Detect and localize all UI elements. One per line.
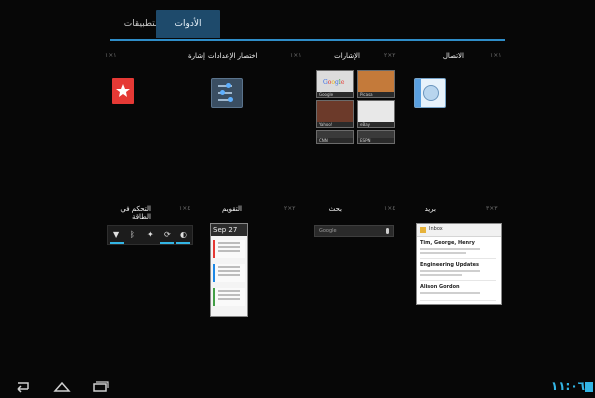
bookmark-thumbnail: Yahoo! [316, 100, 354, 128]
recent-apps-icon[interactable] [90, 378, 110, 392]
widget-picker-screen: التطبيقات الأدوات إشارة ١×١ اختصار الإعد… [0, 0, 595, 398]
bookmark-thumbnail: CNN [316, 130, 354, 144]
widget-search[interactable]: بحث ٤×١ Google [312, 205, 412, 345]
search-preview: Google [314, 225, 394, 237]
battery-icon [585, 382, 593, 392]
bookmark-thumbnail: Google Google [316, 70, 354, 98]
gps-icon: ✦ [147, 230, 154, 239]
widget-calendar[interactable]: التقويم ٢×٢ Sep 27 [208, 205, 308, 345]
widget-dims: ٣×٣ [486, 205, 498, 212]
widget-title: الاتصال [442, 52, 464, 60]
sync-icon: ⟳ [164, 230, 171, 239]
bookmark-thumbnail: Picasa [357, 70, 395, 98]
status-time: ١١:٠٦ [550, 379, 585, 393]
search-hint: Google [319, 228, 337, 234]
widget-title: اختصار الإعدادات [208, 52, 258, 60]
wifi-icon: ▼ [113, 230, 120, 239]
brightness-icon: ◐ [180, 230, 187, 239]
widget-dims: ١×١ [105, 52, 117, 59]
back-icon[interactable] [12, 378, 32, 393]
mail-item: Alison Gordon [420, 284, 496, 301]
widget-dims: ٤×١ [179, 205, 191, 212]
tab-bar: التطبيقات الأدوات [110, 10, 505, 41]
tab-widgets[interactable]: الأدوات [156, 10, 220, 38]
bookmark-icon [112, 78, 134, 104]
mail-header: Inbox [429, 226, 443, 232]
widget-title: التقويم [222, 205, 242, 213]
calendar-preview: Sep 27 [210, 223, 248, 317]
power-control-bar: ▼ ᛒ ✦ ⟳ ◐ [107, 225, 193, 245]
bookmark-thumbnail: ESPN [357, 130, 395, 144]
system-navigation-bar: ١١:٠٦ [0, 374, 595, 398]
bookmark-thumbnail: eBay [357, 100, 395, 128]
widget-dims: ٤×١ [384, 205, 396, 212]
widget-dims: ١×١ [290, 52, 302, 59]
contact-icon [414, 78, 446, 108]
widget-bookmarks[interactable]: الإشارات ٢×٢ Google Google Picasa Yahoo!… [312, 52, 412, 192]
widget-title: بحث [328, 205, 342, 213]
widget-settings-shortcut[interactable]: اختصار الإعدادات ١×١ [208, 52, 308, 192]
widget-contact[interactable]: الاتصال ١×١ [414, 52, 514, 192]
home-icon[interactable] [52, 378, 72, 392]
widget-bookmark[interactable]: إشارة ١×١ [105, 52, 205, 192]
bluetooth-icon: ᛒ [130, 230, 135, 239]
settings-sliders-icon [211, 78, 243, 108]
widget-title: بريد [424, 205, 436, 213]
widget-dims: ٢×٢ [384, 52, 396, 59]
calendar-event [213, 288, 245, 306]
mic-icon [386, 228, 389, 234]
email-preview: Inbox Tim, George, Henry Engineering Upd… [416, 223, 502, 305]
mail-item: Tim, George, Henry [420, 240, 496, 259]
widget-dims: ١×١ [490, 52, 502, 59]
calendar-date: Sep 27 [213, 226, 238, 234]
widget-email[interactable]: بريد ٣×٣ Inbox Tim, George, Henry Engine… [414, 205, 514, 345]
calendar-event [213, 240, 245, 258]
calendar-event [213, 264, 245, 282]
tab-underline [110, 39, 505, 41]
mail-item: Engineering Updates [420, 262, 496, 281]
widget-power-control[interactable]: التحكم في الطاقة ٤×١ ▼ ᛒ ✦ ⟳ ◐ [105, 205, 195, 345]
widget-title: التحكم في الطاقة [120, 205, 151, 221]
widget-dims: ٢×٢ [284, 205, 296, 212]
widget-title: إشارة [188, 52, 205, 60]
widget-title: الإشارات [334, 52, 360, 60]
